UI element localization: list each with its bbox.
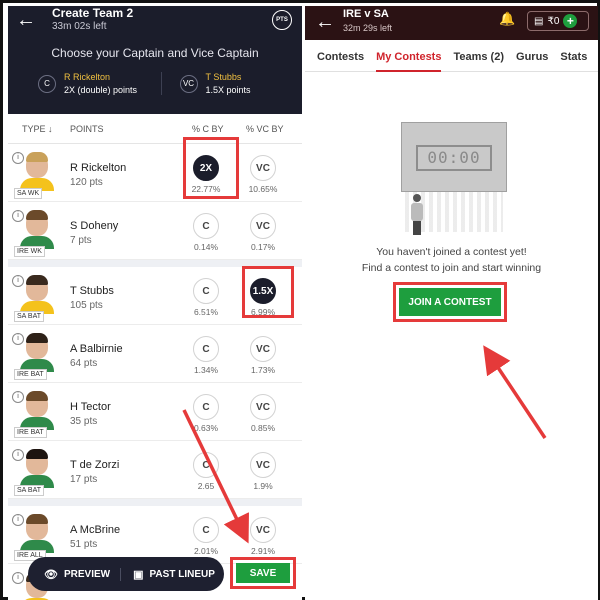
pointer-arrow-save xyxy=(182,409,249,544)
my-contests-screen: ← IRE v SA 32m 29s left 🔔 ▤ ₹0 + Contest… xyxy=(305,6,598,600)
pointer-arrow-join xyxy=(483,345,547,439)
screenshot-frame: ← Create Team 2 33m 02s left PTS Choose … xyxy=(0,0,600,600)
captain-selection-screen: ← Create Team 2 33m 02s left PTS Choose … xyxy=(8,6,302,600)
